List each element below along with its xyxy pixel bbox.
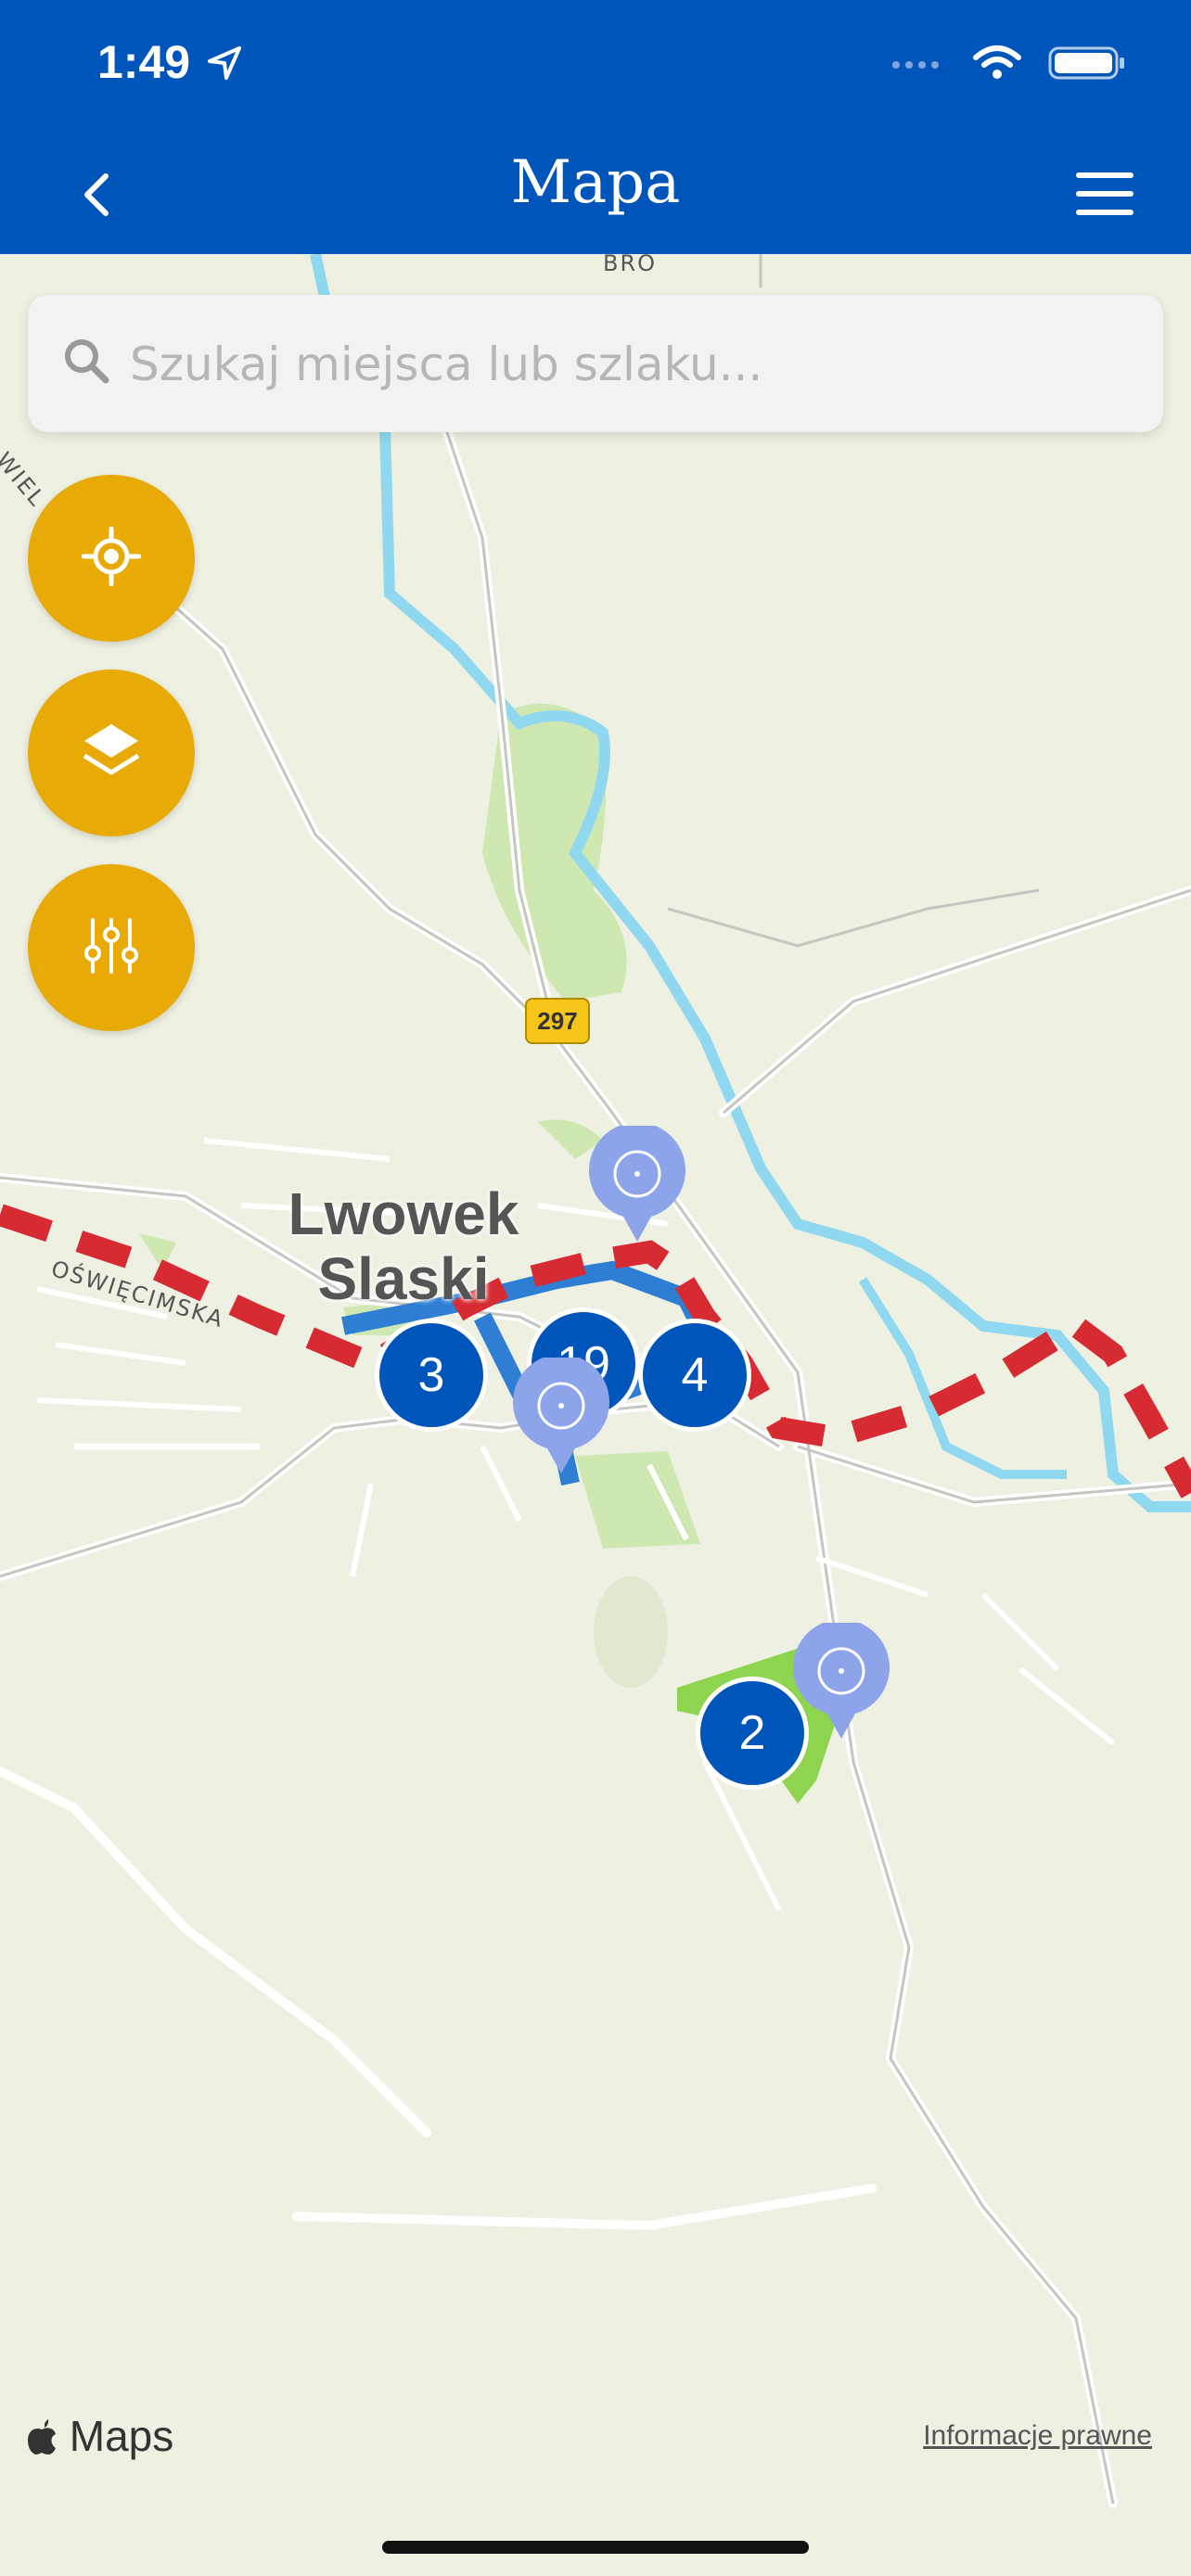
map-cluster[interactable]: 3 [375, 1319, 488, 1432]
map-pin-icon[interactable] [790, 1619, 892, 1743]
apple-logo-icon [26, 2412, 70, 2460]
maps-label: Maps [69, 2412, 174, 2460]
hamburger-menu-icon[interactable] [1074, 169, 1135, 219]
town-label-line1: Lwowek [288, 1180, 519, 1247]
wifi-icon [972, 45, 1022, 85]
locate-button[interactable] [28, 475, 195, 642]
home-indicator [382, 2541, 809, 2554]
road-number-badge: 297 [525, 998, 590, 1044]
search-bar [28, 295, 1163, 432]
map-pin-icon[interactable] [586, 1122, 688, 1246]
sliders-icon [82, 916, 141, 979]
search-input[interactable] [128, 326, 1133, 402]
legal-link[interactable]: Informacje prawne [923, 2420, 1152, 2452]
layers-button[interactable] [28, 670, 195, 836]
road-number: 297 [537, 1006, 578, 1035]
signal-icon [890, 54, 946, 76]
location-arrow-icon [206, 45, 243, 85]
maps-attribution: Maps [26, 2411, 173, 2461]
street-label-top: BRO [603, 254, 658, 276]
search-icon [61, 336, 113, 391]
layers-icon [79, 719, 144, 787]
map-pin-icon[interactable] [510, 1354, 612, 1478]
filters-button[interactable] [28, 864, 195, 1031]
battery-icon [1048, 45, 1126, 85]
page-title: Mapa [510, 148, 681, 217]
nav-bar: Mapa [0, 130, 1191, 254]
map-cluster[interactable]: 4 [638, 1319, 751, 1432]
crosshair-icon [81, 526, 142, 590]
status-time: 1:49 [97, 36, 191, 88]
town-label: Lwowek Slaski [278, 1181, 529, 1311]
status-bar: 1:49 [0, 0, 1191, 130]
town-label-line2: Slaski [317, 1245, 490, 1312]
